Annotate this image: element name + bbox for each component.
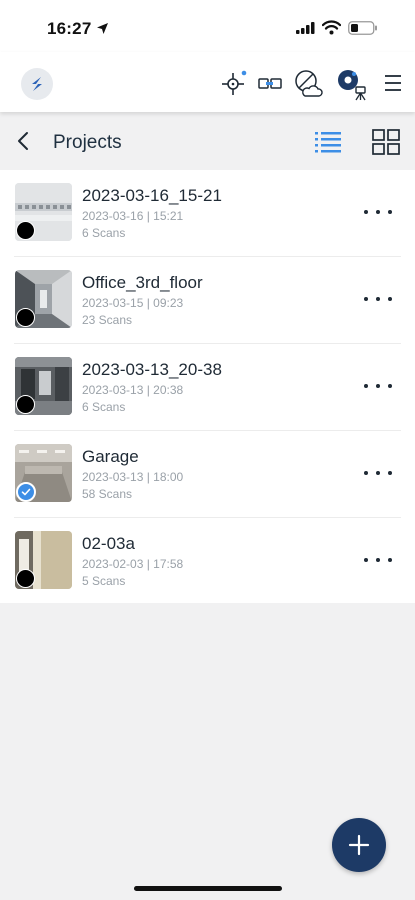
project-name: 2023-03-13_20-38 bbox=[82, 360, 222, 379]
add-project-button[interactable] bbox=[332, 818, 386, 872]
scanner-icon[interactable] bbox=[337, 68, 369, 102]
page-title: Projects bbox=[53, 132, 122, 153]
cloud-off-icon[interactable] bbox=[293, 68, 323, 100]
project-date: 2023-03-13 | 20:38 bbox=[82, 383, 184, 397]
home-indicator[interactable] bbox=[134, 886, 282, 891]
projects-header: Projects bbox=[0, 112, 415, 170]
project-scan-count: 6 Scans bbox=[82, 226, 126, 240]
cellular-signal-icon bbox=[296, 22, 315, 34]
status-time: 16:27 bbox=[47, 19, 92, 38]
back-chevron-icon[interactable] bbox=[14, 130, 32, 152]
more-options-icon[interactable] bbox=[364, 550, 392, 570]
app-logo-icon[interactable] bbox=[21, 68, 53, 100]
project-scan-count: 6 Scans bbox=[82, 400, 126, 414]
project-row[interactable]: 2023-03-13_20-38 2023-03-13 | 20:38 6 Sc… bbox=[0, 344, 415, 431]
app-toolbar bbox=[0, 52, 415, 112]
more-options-icon[interactable] bbox=[364, 202, 392, 222]
more-options-icon[interactable] bbox=[364, 463, 392, 483]
project-name: 2023-03-16_15-21 bbox=[82, 186, 222, 205]
project-date: 2023-03-13 | 18:00 bbox=[82, 470, 184, 484]
wifi-icon bbox=[322, 20, 341, 35]
project-scan-count: 5 Scans bbox=[82, 574, 126, 588]
project-name: 02-03a bbox=[82, 534, 135, 553]
more-options-icon[interactable] bbox=[364, 376, 392, 396]
plus-icon bbox=[348, 834, 370, 856]
device-link-icon[interactable] bbox=[256, 68, 284, 98]
sync-status-dot bbox=[16, 308, 35, 327]
location-arrow-icon bbox=[97, 23, 108, 34]
target-marker-icon[interactable] bbox=[220, 68, 250, 98]
menu-icon[interactable] bbox=[384, 72, 402, 94]
project-row[interactable]: 02-03a 2023-02-03 | 17:58 5 Scans bbox=[0, 518, 415, 605]
grid-view-icon[interactable] bbox=[372, 129, 400, 155]
status-bar: 16:27 bbox=[0, 0, 415, 52]
project-row[interactable]: Garage 2023-03-13 | 18:00 58 Scans bbox=[0, 431, 415, 518]
sync-status-dot bbox=[16, 569, 35, 588]
list-view-icon[interactable] bbox=[314, 129, 342, 153]
sync-status-dot bbox=[16, 395, 35, 414]
project-date: 2023-03-15 | 09:23 bbox=[82, 296, 184, 310]
project-date: 2023-03-16 | 15:21 bbox=[82, 209, 184, 223]
project-scan-count: 58 Scans bbox=[82, 487, 133, 501]
project-row[interactable]: 2023-03-16_15-21 2023-03-16 | 15:21 6 Sc… bbox=[0, 170, 415, 257]
battery-icon bbox=[348, 21, 377, 35]
project-name: Garage bbox=[82, 447, 139, 466]
sync-status-dot bbox=[16, 221, 35, 240]
synced-check-icon bbox=[16, 482, 36, 502]
project-name: Office_3rd_floor bbox=[82, 273, 203, 292]
project-row[interactable]: Office_3rd_floor 2023-03-15 | 09:23 23 S… bbox=[0, 257, 415, 344]
project-date: 2023-02-03 | 17:58 bbox=[82, 557, 184, 571]
project-scan-count: 23 Scans bbox=[82, 313, 133, 327]
more-options-icon[interactable] bbox=[364, 289, 392, 309]
project-list: 2023-03-16_15-21 2023-03-16 | 15:21 6 Sc… bbox=[0, 170, 415, 603]
